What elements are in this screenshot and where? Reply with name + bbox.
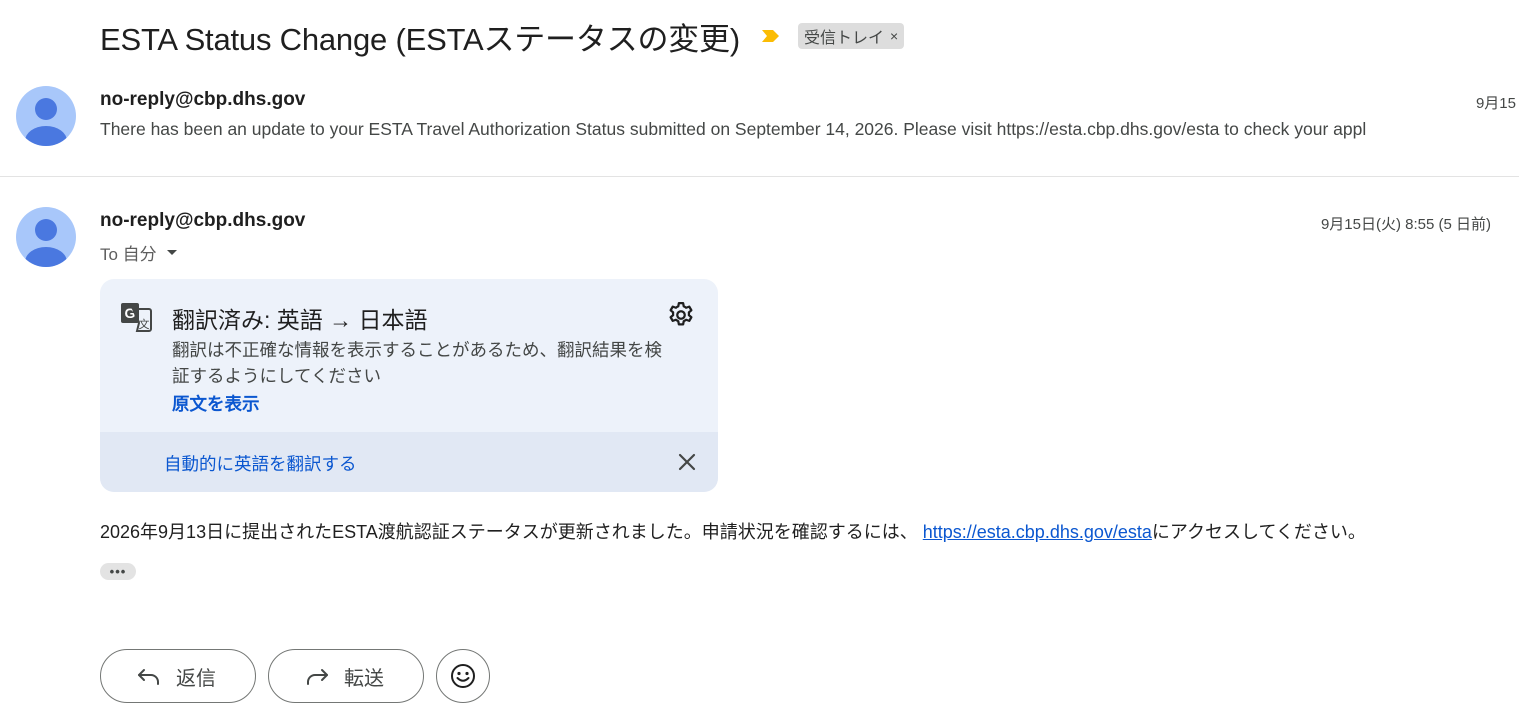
default-avatar-icon [25, 219, 67, 267]
body-text-after-link: にアクセスしてください。 [1151, 522, 1366, 542]
google-translate-icon: G 文 [120, 301, 152, 338]
forward-button[interactable]: 転送 [268, 649, 424, 703]
collapsed-message-date: 9月15 [1475, 95, 1516, 112]
show-trimmed-content-button[interactable]: ••• [100, 563, 136, 580]
thread-subject: ESTA Status Change (ESTAステータスの変更) [100, 21, 740, 57]
message-body: 2026年9月13日に提出されたESTA渡航認証ステータスが更新されました。申請… [100, 518, 1366, 544]
emoji-reaction-button[interactable] [436, 649, 490, 703]
collapsed-message-snippet[interactable]: There has been an update to your ESTA Tr… [100, 119, 1511, 140]
caret-down-icon [166, 250, 177, 255]
translation-disclaimer: 翻訳は不正確な情報を表示することがあるため、翻訳結果を検証するようにしてください [172, 340, 662, 386]
translation-footer: 自動的に英語を翻訳する [100, 432, 718, 492]
recipient-details-toggle[interactable]: To 自分 [100, 240, 177, 265]
forward-arrow-icon [307, 669, 328, 685]
expanded-message-date: 9月15日(火) 8:55 (5 日前) [1320, 216, 1491, 233]
collapsed-sender-name[interactable]: no-reply@cbp.dhs.gov [100, 89, 305, 111]
svg-text:文: 文 [139, 317, 150, 331]
reply-arrow-icon [138, 669, 159, 685]
default-avatar-icon [25, 98, 67, 146]
emoji-smile-icon [451, 664, 475, 688]
remove-label-icon[interactable]: × [890, 28, 898, 44]
close-icon[interactable] [677, 452, 697, 477]
sender-avatar[interactable] [16, 207, 76, 267]
show-original-link[interactable]: 原文を表示 [172, 391, 260, 416]
sender-avatar[interactable] [16, 86, 76, 146]
auto-translate-link[interactable]: 自動的に英語を翻訳する [164, 451, 357, 476]
gear-icon[interactable] [666, 300, 696, 335]
inbox-label-chip[interactable]: 受信トレイ × [797, 23, 905, 49]
expanded-sender-name[interactable]: no-reply@cbp.dhs.gov [100, 210, 305, 232]
message-divider [0, 176, 1519, 177]
inbox-label-text: 受信トレイ [803, 30, 884, 47]
forward-label: 転送 [344, 667, 384, 690]
importance-marker-icon[interactable] [760, 28, 782, 44]
translation-banner: G 文 翻訳済み: 英語 → 日本語 翻訳は不正確な情報を表示することがあるため… [100, 279, 718, 492]
subject-row: ESTA Status Change (ESTAステータスの変更) 受信トレイ … [100, 14, 905, 58]
esta-link[interactable]: https://esta.cbp.dhs.gov/esta [923, 522, 1152, 542]
translation-title: 翻訳済み: 英語 → 日本語 [172, 307, 428, 333]
recipient-text: To 自分 [100, 245, 157, 264]
reply-button[interactable]: 返信 [100, 649, 256, 703]
reply-label: 返信 [176, 667, 216, 690]
body-text-before-link: 2026年9月13日に提出されたESTA渡航認証ステータスが更新されました。申請… [100, 522, 923, 542]
